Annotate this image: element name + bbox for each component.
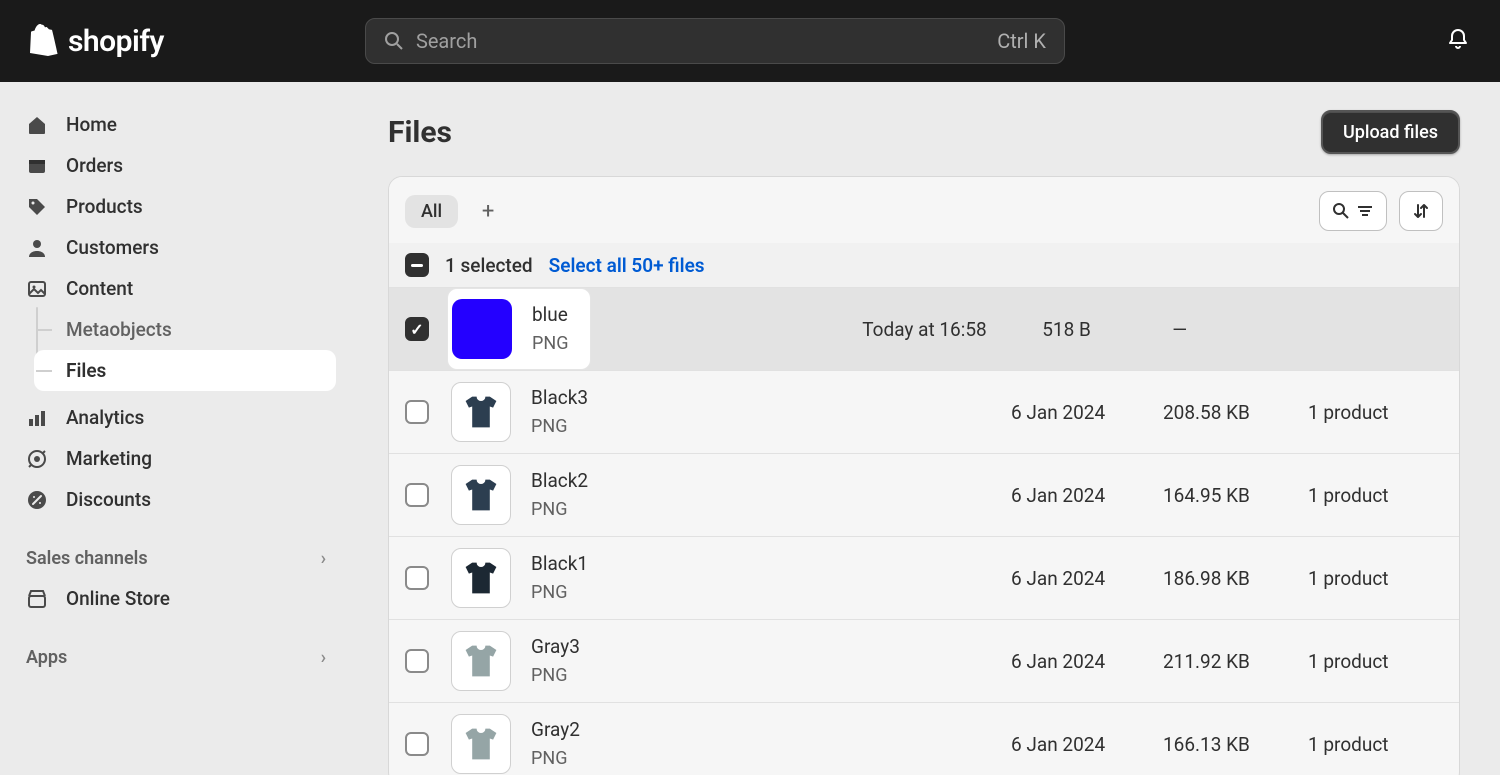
sidebar-item-online-store[interactable]: Online Store: [16, 578, 336, 619]
select-all-link[interactable]: Select all 50+ files: [549, 254, 705, 277]
search-placeholder: Search: [416, 29, 997, 53]
search-filter-button[interactable]: [1319, 191, 1387, 231]
file-references: 1 product: [1308, 484, 1443, 507]
content-icon: [26, 278, 66, 300]
file-references: 1 product: [1308, 567, 1443, 590]
home-icon: [26, 114, 66, 136]
sidebar-item-content[interactable]: Content: [16, 268, 336, 309]
file-size: 518 B: [1042, 318, 1172, 341]
chevron-right-icon: ›: [321, 647, 326, 668]
file-row[interactable]: Gray3 PNG 6 Jan 2024 211.92 KB 1 product: [389, 619, 1459, 702]
sidebar-item-discounts[interactable]: Discounts: [16, 479, 336, 520]
row-checkbox[interactable]: [405, 732, 429, 756]
row-checkbox[interactable]: [405, 483, 429, 507]
selected-count: 1 selected: [445, 254, 533, 277]
row-checkbox[interactable]: [405, 649, 429, 673]
file-name: Gray2: [531, 719, 1011, 742]
main-content: Files Upload files All + 1 selected Sele…: [352, 82, 1500, 775]
file-row[interactable]: Black2 PNG 6 Jan 2024 164.95 KB 1 produc…: [389, 453, 1459, 536]
sort-button[interactable]: [1399, 191, 1443, 231]
tab-all[interactable]: All: [405, 195, 458, 228]
file-name: Black3: [531, 387, 1011, 410]
sidebar: Home Orders Products Customers Content M…: [0, 82, 352, 775]
file-type: PNG: [531, 665, 1011, 686]
file-references: 1 product: [1308, 650, 1443, 673]
orders-icon: [26, 155, 66, 177]
sidebar-item-analytics[interactable]: Analytics: [16, 397, 336, 438]
sidebar-item-customers[interactable]: Customers: [16, 227, 336, 268]
file-name: blue: [532, 304, 568, 327]
upload-files-button[interactable]: Upload files: [1321, 110, 1460, 154]
file-thumbnail: [451, 548, 511, 608]
file-thumbnail: [452, 299, 512, 359]
row-checkbox[interactable]: [405, 566, 429, 590]
sidebar-item-files[interactable]: Files: [34, 350, 336, 391]
file-type: PNG: [531, 748, 1011, 769]
analytics-icon: [26, 407, 66, 429]
row-checkbox[interactable]: [405, 400, 429, 424]
section-apps[interactable]: Apps ›: [16, 637, 336, 677]
page-title: Files: [388, 115, 452, 150]
file-date: 6 Jan 2024: [1011, 484, 1163, 507]
file-date: 6 Jan 2024: [1011, 733, 1163, 756]
file-size: 164.95 KB: [1163, 484, 1308, 507]
discounts-icon: [26, 489, 66, 511]
file-references: 1 product: [1308, 401, 1443, 424]
section-sales-channels[interactable]: Sales channels ›: [16, 538, 336, 578]
file-date: 6 Jan 2024: [1011, 401, 1163, 424]
file-row[interactable]: Black3 PNG 6 Jan 2024 208.58 KB 1 produc…: [389, 370, 1459, 453]
file-name: Black1: [531, 553, 1011, 576]
file-date: 6 Jan 2024: [1011, 650, 1163, 673]
file-row[interactable]: Gray2 PNG 6 Jan 2024 166.13 KB 1 product: [389, 702, 1459, 775]
chevron-right-icon: ›: [321, 548, 326, 569]
file-type: PNG: [531, 499, 1011, 520]
search-shortcut: Ctrl K: [997, 29, 1046, 53]
file-size: 166.13 KB: [1163, 733, 1308, 756]
file-size: 186.98 KB: [1163, 567, 1308, 590]
file-type: PNG: [531, 416, 1011, 437]
filter-icon: [1356, 202, 1374, 220]
topbar: shopify Search Ctrl K: [0, 0, 1500, 82]
file-size: 208.58 KB: [1163, 401, 1308, 424]
search-icon: [1332, 202, 1350, 220]
search-input[interactable]: Search Ctrl K: [365, 18, 1065, 64]
row-checkbox[interactable]: [405, 317, 429, 341]
select-all-checkbox[interactable]: [405, 253, 429, 277]
file-size: 211.92 KB: [1163, 650, 1308, 673]
file-date: Today at 16:58: [862, 318, 1042, 341]
sidebar-item-marketing[interactable]: Marketing: [16, 438, 336, 479]
file-thumbnail: [451, 382, 511, 442]
file-thumbnail: [451, 465, 511, 525]
file-thumbnail: [451, 631, 511, 691]
store-icon: [26, 588, 66, 610]
files-panel: All + 1 selected Select all 50+ files: [388, 176, 1460, 775]
marketing-icon: [26, 448, 66, 470]
customers-icon: [26, 237, 66, 259]
file-thumbnail: [451, 714, 511, 774]
add-view-button[interactable]: +: [474, 199, 502, 224]
file-row[interactable]: blue PNG Today at 16:58 518 B —: [389, 287, 1459, 370]
file-date: 6 Jan 2024: [1011, 567, 1163, 590]
sidebar-item-orders[interactable]: Orders: [16, 145, 336, 186]
notifications-icon[interactable]: [1446, 27, 1470, 55]
file-references: 1 product: [1308, 733, 1443, 756]
file-row[interactable]: Black1 PNG 6 Jan 2024 186.98 KB 1 produc…: [389, 536, 1459, 619]
sidebar-item-products[interactable]: Products: [16, 186, 336, 227]
sidebar-item-metaobjects[interactable]: Metaobjects: [34, 309, 336, 350]
products-icon: [26, 196, 66, 218]
file-type: PNG: [531, 582, 1011, 603]
file-references: —: [1172, 318, 1443, 341]
search-icon: [384, 31, 404, 51]
sort-icon: [1412, 202, 1430, 220]
selection-bar: 1 selected Select all 50+ files: [389, 243, 1459, 287]
sidebar-item-home[interactable]: Home: [16, 104, 336, 145]
shopify-logo[interactable]: shopify: [30, 24, 164, 59]
file-name: Gray3: [531, 636, 1011, 659]
file-name: Black2: [531, 470, 1011, 493]
file-type: PNG: [532, 333, 568, 354]
